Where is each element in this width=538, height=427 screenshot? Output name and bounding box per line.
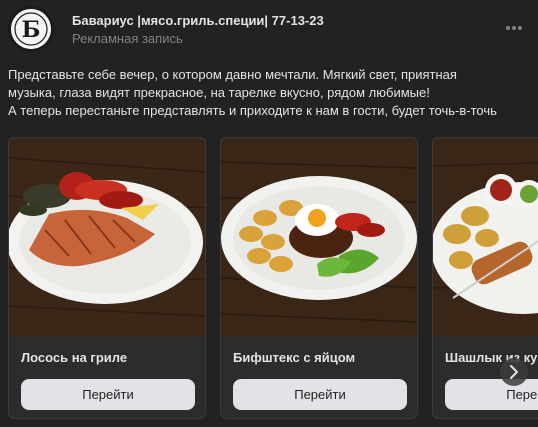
post-text-line: Представьте себе вечер, о котором давно … — [8, 67, 457, 82]
card-photo-shashlik[interactable] — [433, 138, 538, 336]
carousel-card[interactable]: Лосось на гриле Перейти — [8, 137, 206, 419]
avatar-letter: Б — [22, 17, 41, 43]
post-text: Представьте себе вечер, о котором давно … — [8, 66, 528, 120]
post-text-line: музыка, глаза видят прекрасное, на тарел… — [8, 85, 430, 100]
more-horizontal-icon[interactable] — [502, 20, 526, 36]
ad-post: Б Бавариус |мясо.гриль.специи| 77-13-23 … — [0, 0, 538, 427]
product-carousel: Лосось на гриле Перейти Бифштекс с яйцом… — [8, 137, 538, 422]
card-photo-salmon[interactable] — [9, 138, 205, 336]
community-avatar[interactable]: Б — [8, 6, 54, 52]
community-name[interactable]: Бавариус |мясо.гриль.специи| 77-13-23 — [72, 13, 324, 28]
go-button[interactable]: Перейти — [233, 379, 407, 410]
logo-icon: Б — [11, 9, 51, 49]
chevron-right-icon[interactable] — [500, 358, 528, 386]
card-title: Лосось на гриле — [21, 350, 128, 365]
card-title: Бифштекс с яйцом — [233, 350, 356, 365]
ad-label: Рекламная запись — [72, 31, 183, 46]
post-header: Б Бавариус |мясо.гриль.специи| 77-13-23 … — [8, 6, 530, 52]
go-button[interactable]: Перейти — [21, 379, 195, 410]
post-text-line: А теперь перестаньте представлять и прих… — [8, 103, 497, 118]
card-photo-beefsteak[interactable] — [221, 138, 417, 336]
carousel-card[interactable]: Бифштекс с яйцом Перейти — [220, 137, 418, 419]
